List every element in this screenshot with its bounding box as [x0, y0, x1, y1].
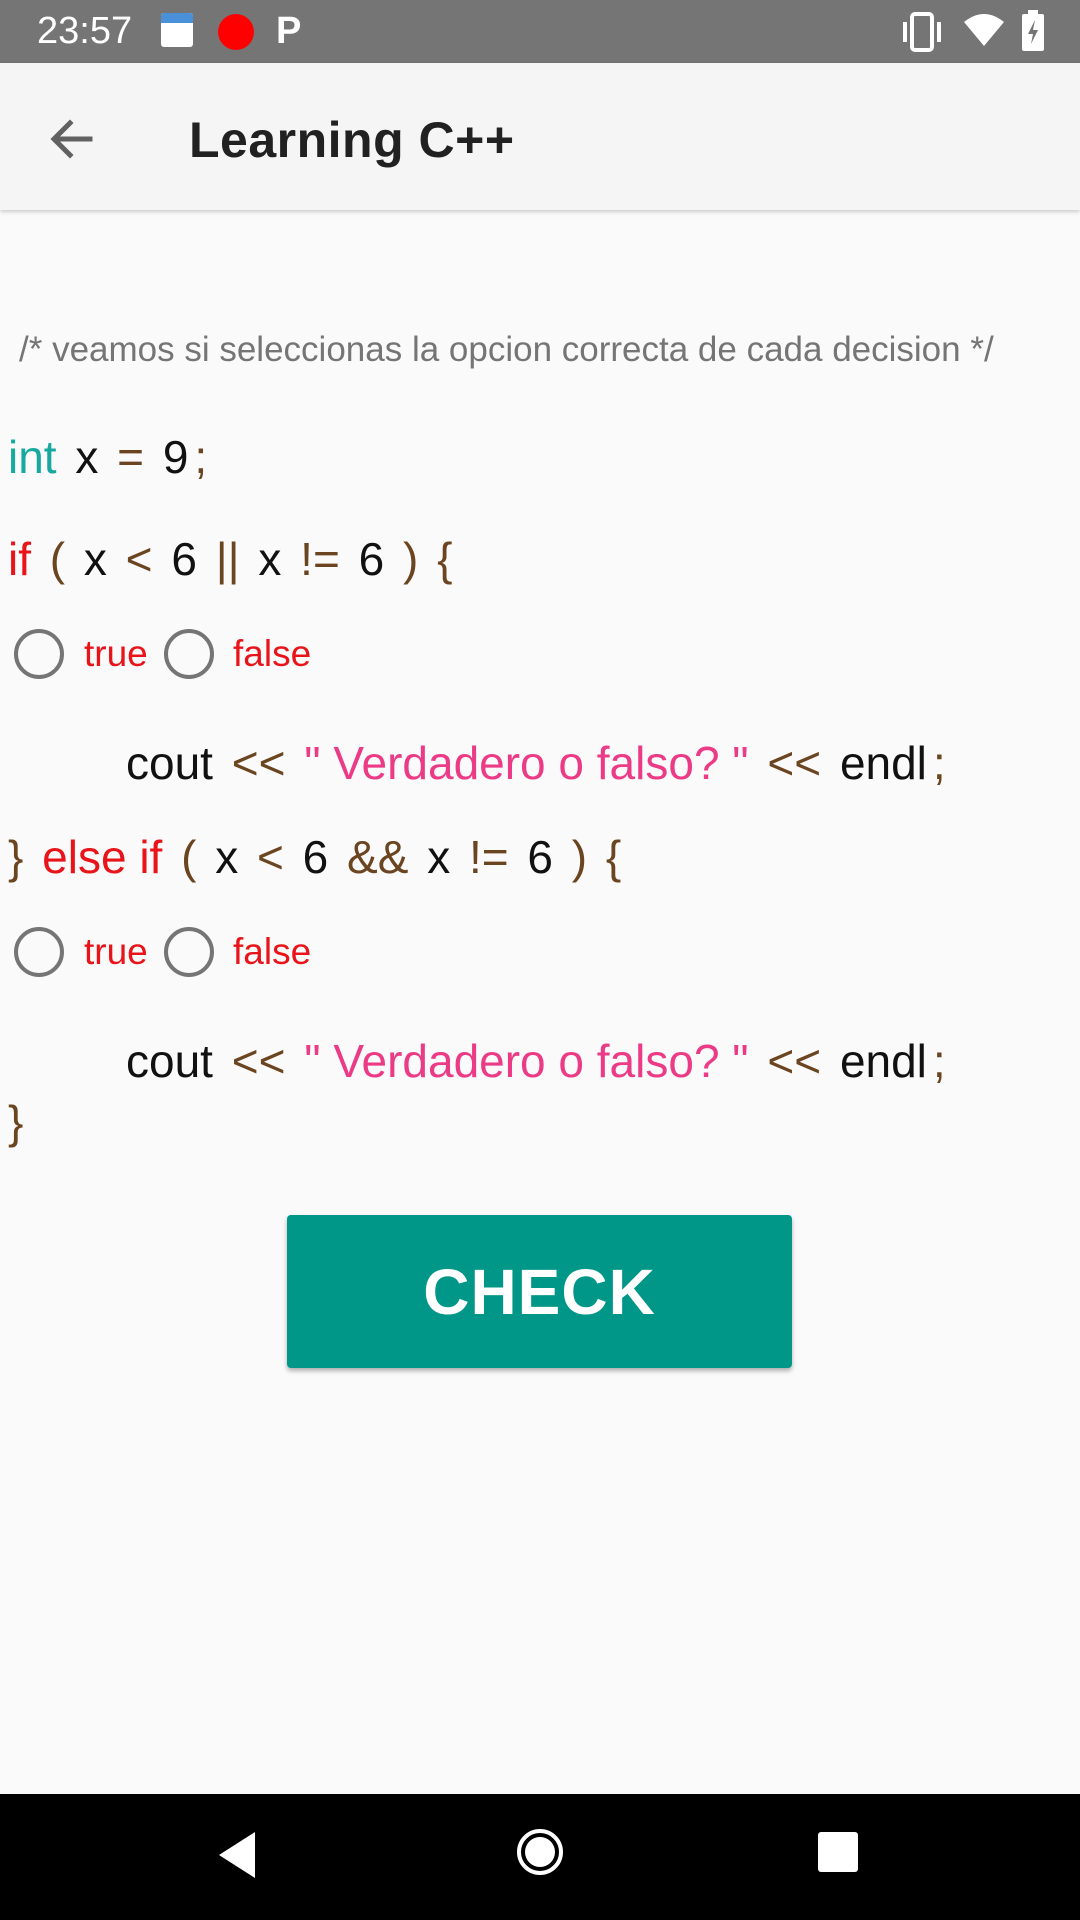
- nav-back-icon[interactable]: [215, 1830, 259, 1880]
- radio-label-true-2[interactable]: true: [84, 931, 148, 973]
- code-line-else-if: } else if ( x < 6 && x != 6 ) {: [8, 830, 627, 884]
- operand: 6: [171, 533, 197, 585]
- code-line-cout-1: cout << " Verdadero o falso? " << endl;: [126, 736, 952, 790]
- type-keyword: int: [8, 431, 57, 483]
- operator: !=: [468, 831, 509, 883]
- stream-operator: <<: [767, 737, 822, 789]
- operand: x: [258, 533, 282, 585]
- page-title: Learning C++: [189, 112, 515, 168]
- operand: 6: [302, 831, 329, 883]
- check-button[interactable]: CHECK: [287, 1215, 792, 1368]
- battery-icon: [1022, 10, 1044, 51]
- code-line-declaration: int x = 9;: [8, 430, 213, 484]
- left-paren: (: [49, 533, 66, 585]
- calendar-icon: [161, 13, 193, 47]
- operand: 6: [527, 831, 553, 883]
- radio-false-1[interactable]: [164, 629, 214, 679]
- semicolon: ;: [194, 431, 208, 483]
- endl-keyword: endl: [839, 1035, 927, 1087]
- stream-operator: <<: [767, 1035, 822, 1087]
- stream-operator: <<: [231, 737, 286, 789]
- operand: x: [427, 831, 451, 883]
- open-brace: {: [437, 533, 453, 585]
- operator: !=: [300, 533, 340, 585]
- operator: <: [257, 831, 284, 883]
- close-brace: }: [8, 1096, 24, 1148]
- semicolon: ;: [932, 1035, 946, 1087]
- cout-keyword: cout: [126, 737, 213, 789]
- string-literal: " Verdadero o falso? ": [304, 1035, 749, 1087]
- arrow-back-icon[interactable]: [44, 111, 100, 167]
- endl-keyword: endl: [839, 737, 927, 789]
- code-line-if: if ( x < 6 || x != 6 ) {: [8, 532, 458, 586]
- close-brace: }: [8, 831, 24, 883]
- code-line-close: }: [8, 1095, 29, 1149]
- nav-recents-icon[interactable]: [818, 1832, 858, 1872]
- radio-false-2[interactable]: [164, 927, 214, 977]
- radio-true-2[interactable]: [14, 927, 64, 977]
- operand: x: [83, 533, 107, 585]
- record-icon: [218, 14, 254, 50]
- if-keyword: if: [8, 533, 31, 585]
- navigation-bar: [0, 1794, 1080, 1920]
- semicolon: ;: [932, 737, 946, 789]
- radio-true-1[interactable]: [14, 629, 64, 679]
- radio-label-true-1[interactable]: true: [84, 633, 148, 675]
- operator: <: [125, 533, 153, 585]
- status-bar: 23:57 P: [0, 0, 1080, 63]
- wifi-icon: [964, 14, 1004, 46]
- code-line-cout-2: cout << " Verdadero o falso? " << endl;: [126, 1034, 952, 1088]
- operator: ||: [215, 533, 240, 585]
- operator: &&: [347, 831, 409, 883]
- open-brace: {: [605, 831, 622, 883]
- operand: 6: [358, 533, 385, 585]
- radio-label-false-1[interactable]: false: [233, 633, 311, 675]
- assign-operator: =: [117, 431, 145, 483]
- app-bar: Learning C++: [0, 63, 1080, 210]
- right-paren: ): [402, 533, 419, 585]
- variable-name: x: [75, 431, 99, 483]
- string-literal: " Verdadero o falso? ": [304, 737, 749, 789]
- code-comment: /* veamos si seleccionas la opcion corre…: [19, 330, 994, 369]
- radio-label-false-2[interactable]: false: [233, 931, 311, 973]
- left-paren: (: [181, 831, 197, 883]
- vibrate-icon: [903, 12, 941, 52]
- p-app-icon: P: [276, 10, 302, 52]
- stream-operator: <<: [231, 1035, 286, 1087]
- literal-value: 9: [162, 431, 189, 483]
- cout-keyword: cout: [126, 1035, 213, 1087]
- right-paren: ): [571, 831, 588, 883]
- status-time: 23:57: [37, 10, 133, 52]
- else-if-keyword: else if: [42, 831, 163, 883]
- operand: x: [215, 831, 239, 883]
- nav-home-icon[interactable]: [515, 1827, 565, 1877]
